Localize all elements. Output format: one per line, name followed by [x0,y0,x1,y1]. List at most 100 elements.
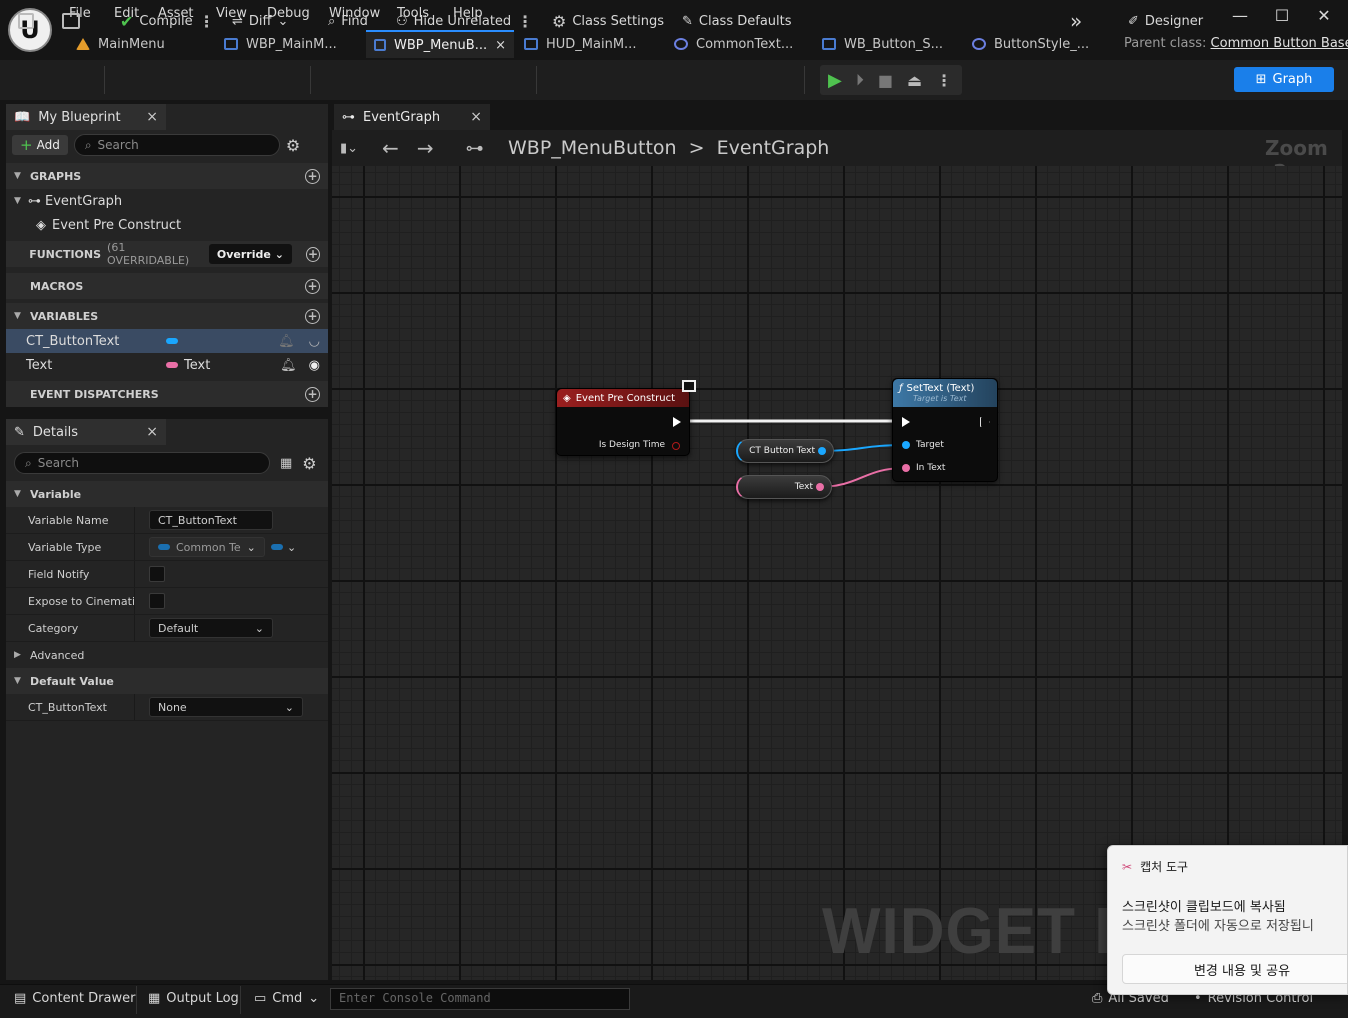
my-blueprint-tab[interactable]: 📖 My Blueprint × [6,104,166,130]
snipping-tool-toast[interactable]: ✂ 캡처 도구 스크린샷이 클립보드에 복사됨 스크린샷 폴더에 자동으로 저장… [1107,845,1348,995]
add-button[interactable]: + Add [12,135,68,155]
blueprint-search-input[interactable]: ⌕ Search [73,134,280,156]
find-button[interactable]: ⌕ Find [328,8,368,34]
parent-class-link[interactable]: Common Button Base [1211,36,1348,51]
output-log-button[interactable]: ▦ Output Log [148,991,239,1006]
exec-in-pin[interactable] [902,417,910,427]
content-drawer-button[interactable]: ▤ Content Drawer [14,991,135,1006]
variable-row-text[interactable]: Text Text 🔔︎ ◉ [6,353,328,377]
doc-tab-commontext[interactable]: CommonText... [666,30,801,58]
step-icon[interactable]: ⏵ [856,70,864,90]
graph-item-event-pre-construct[interactable]: ◈ Event Pre Construct [6,213,328,237]
field-notify-checkbox[interactable] [149,566,165,582]
functions-section-header[interactable]: FUNCTIONS (61 OVERRIDABLE) Override ⌄ + [6,241,328,267]
advanced-section-header[interactable]: ▶ Advanced [6,642,328,668]
minimize-icon[interactable]: — [1220,4,1260,26]
default-value-label: CT_ButtonText [28,700,107,714]
ct-button-text-out-pin[interactable] [818,447,826,455]
cmd-dropdown[interactable]: ▭ Cmd ⌄ [254,991,319,1006]
category-dropdown[interactable]: Default ⌄ [149,618,273,638]
graph-mode-button[interactable]: ⊞ Graph [1234,67,1334,92]
expose-cinematics-checkbox[interactable] [149,593,165,609]
breadcrumb-root[interactable]: WBP_MenuButton [508,137,677,159]
default-value-dropdown[interactable]: None ⌄ [149,697,303,717]
default-value-row: CT_ButtonText None ⌄ [6,694,328,721]
hide-unrelated-options-icon[interactable]: ⋮ [517,12,533,31]
class-defaults-button[interactable]: ✎ Class Defaults [682,8,792,34]
variable-row-ct-buttontext[interactable]: CT_ButtonText 🔔︎ ◡ [6,329,328,353]
play-options-icon[interactable]: ⋮ [936,71,952,90]
compile-button[interactable]: ✔ Compile ⋮ [120,8,215,34]
forward-arrow-icon[interactable]: → [417,136,434,160]
close-tab-icon[interactable]: × [495,38,506,53]
play-icon[interactable]: ▶ [828,70,842,91]
eventgraph-tab[interactable]: ⊶ EventGraph × [334,104,490,130]
category-row: Category Default ⌄ [6,615,328,642]
target-pin[interactable] [902,441,910,449]
class-settings-button[interactable]: ⚙ Class Settings [552,8,664,34]
variable-name-field[interactable]: CT_ButtonText [149,510,273,530]
graphs-section-header[interactable]: ▼ GRAPHS + [6,163,328,189]
close-panel-icon[interactable]: × [146,424,158,440]
stop-icon[interactable]: ■ [878,71,893,90]
settings-gear-icon[interactable]: ⚙ [286,136,300,155]
event-pre-construct-node[interactable]: ◈ Event Pre Construct Is Design Time [556,388,690,456]
bookmark-icon[interactable]: ▮⌄ [340,141,358,156]
text-out-pin[interactable] [816,483,824,491]
back-arrow-icon[interactable]: ← [382,136,399,160]
compile-options-icon[interactable]: ⋮ [199,12,215,31]
toast-edit-share-button[interactable]: 변경 내용 및 공유 [1122,954,1347,984]
hidden-eye-icon[interactable]: ◡ [309,334,320,349]
in-text-pin[interactable] [902,464,910,472]
ct-button-text-get-node[interactable]: CT Button Text [736,439,834,463]
details-toolbar: ⌕ Search ▦ ⚙ [6,445,328,481]
add-macro-icon[interactable]: + [305,278,320,294]
doc-tab-wbp-mainmenu[interactable]: WBP_MainM... [216,30,345,58]
exec-out-pin[interactable] [673,417,681,427]
diff-button[interactable]: ⇌ Diff ⌄ [232,8,288,34]
eject-icon[interactable]: ⏏ [907,71,922,90]
variables-section-header[interactable]: ▼ VARIABLES + [6,303,328,329]
maximize-icon[interactable]: ☐ [1262,4,1302,26]
add-graph-icon[interactable]: + [305,168,320,184]
blueprint-icon: 📖 [14,109,31,125]
details-tab[interactable]: ✎ Details × [6,419,166,445]
close-panel-icon[interactable]: × [146,109,158,125]
save-icon[interactable] [18,8,34,34]
doc-tab-wbp-menubutton[interactable]: WBP_MenuB... × [366,30,514,58]
container-type-dropdown[interactable]: ⌄ [271,541,296,554]
doc-tab-buttonstyle[interactable]: ButtonStyle_... [964,30,1097,58]
doc-tab-hud-mainmenu[interactable]: HUD_MainM... [516,30,644,58]
functions-header: FUNCTIONS [29,247,102,261]
browse-icon[interactable] [62,8,80,34]
close-window-icon[interactable]: ✕ [1304,4,1344,26]
expand-toolbar-icon[interactable]: » [1070,8,1082,34]
bell-icon[interactable]: 🔔︎ [280,358,297,373]
add-dispatcher-icon[interactable]: + [305,386,320,402]
exec-out-pin[interactable] [980,417,990,427]
text-get-node[interactable]: Text [736,475,832,499]
macros-section-header[interactable]: MACROS + [6,273,328,299]
content-drawer-label: Content Drawer [32,991,136,1006]
dispatchers-section-header[interactable]: EVENT DISPATCHERS + [6,381,328,407]
bell-icon[interactable]: 🔔︎ [278,334,295,349]
visible-eye-icon[interactable]: ◉ [309,358,320,373]
add-variable-icon[interactable]: + [305,308,320,324]
override-dropdown[interactable]: Override ⌄ [208,244,293,264]
variable-section-header[interactable]: ▼ Variable [6,481,328,507]
settings-gear-icon[interactable]: ⚙ [302,454,316,473]
close-tab-icon[interactable]: × [470,109,482,125]
is-design-time-pin[interactable] [672,442,680,450]
doc-tab-mainmenu[interactable]: MainMenu [68,30,173,58]
designer-button[interactable]: ✐ Designer [1128,8,1203,34]
default-value-section-header[interactable]: ▼ Default Value [6,668,328,694]
hide-unrelated-button[interactable]: ⚇ Hide Unrelated ⋮ [396,8,533,34]
console-input[interactable]: Enter Console Command [330,988,630,1010]
doc-tab-wb-button-style[interactable]: WB_Button_S... [814,30,951,58]
graph-item-eventgraph[interactable]: ▼ ⊶ EventGraph [6,189,328,213]
variable-type-dropdown[interactable]: Common Te ⌄ [149,537,265,557]
table-view-icon[interactable]: ▦ [280,456,292,471]
add-function-icon[interactable]: + [306,246,320,262]
details-search-input[interactable]: ⌕ Search [14,452,270,474]
settext-node[interactable]: ƒ SetText (Text) Target is Text Target In… [892,378,998,482]
